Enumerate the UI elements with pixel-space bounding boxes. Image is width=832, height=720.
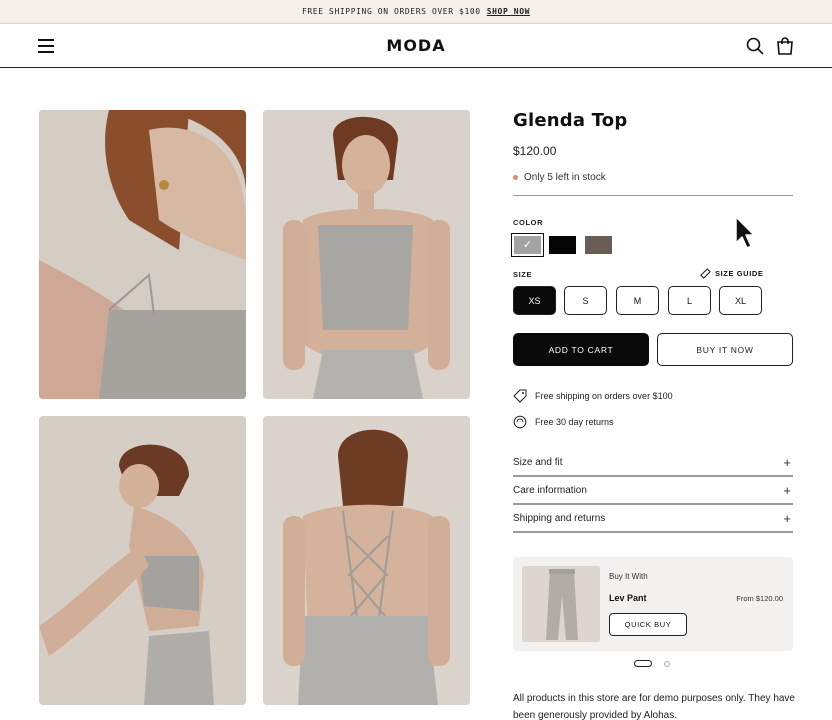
site-logo[interactable]: MODA xyxy=(0,36,832,55)
product-photo-4[interactable] xyxy=(263,416,470,705)
buy-now-button[interactable]: BUY IT NOW xyxy=(657,333,793,366)
product-photo-2[interactable] xyxy=(263,110,470,399)
perk-returns: Free 30 day returns xyxy=(513,415,614,429)
size-xl-button[interactable]: XL xyxy=(719,286,762,315)
buy-it-with-card: Buy It With Lev Pant From $120.00 QUICK … xyxy=(513,557,793,651)
size-guide-label: SIZE GUIDE xyxy=(715,269,764,278)
perk-shipping: Free shipping on orders over $100 xyxy=(513,389,673,403)
product-photo-3[interactable] xyxy=(39,416,246,705)
ruler-icon xyxy=(700,268,711,279)
size-l-button[interactable]: L xyxy=(668,286,711,315)
perk-returns-text: Free 30 day returns xyxy=(535,417,614,427)
accordion-care[interactable]: Care information + xyxy=(513,477,793,505)
perk-shipping-text: Free shipping on orders over $100 xyxy=(535,391,673,401)
bundle-kicker: Buy It With xyxy=(609,572,648,581)
mouse-cursor-icon xyxy=(735,216,755,249)
announcement-text: FREE SHIPPING ON ORDERS OVER $100 xyxy=(301,7,481,16)
product-price: $120.00 xyxy=(513,144,557,158)
site-header: MODA xyxy=(0,24,832,68)
size-label: SIZE xyxy=(513,270,533,279)
shipping-tag-icon xyxy=(513,389,527,403)
stock-text: Only 5 left in stock xyxy=(524,172,606,183)
demo-note: All products in this store are for demo … xyxy=(513,693,795,720)
add-to-cart-button[interactable]: ADD TO CART xyxy=(513,333,649,366)
accordion-shipping-returns[interactable]: Shipping and returns + xyxy=(513,505,793,533)
search-icon[interactable] xyxy=(745,36,765,56)
carousel-dot-active[interactable] xyxy=(634,660,652,667)
accordion-label: Care information xyxy=(513,484,587,496)
check-icon: ✓ xyxy=(522,239,533,251)
plus-icon: + xyxy=(783,510,791,526)
quick-buy-button[interactable]: QUICK BUY xyxy=(609,613,687,636)
size-xs-button[interactable]: XS xyxy=(513,286,556,315)
size-s-button[interactable]: S xyxy=(564,286,607,315)
product-photo-1[interactable] xyxy=(39,110,246,399)
plus-icon: + xyxy=(783,454,791,470)
bundle-product-image[interactable] xyxy=(522,566,600,642)
color-swatch-grey[interactable]: ✓ xyxy=(511,233,544,257)
size-m-button[interactable]: M xyxy=(616,286,659,315)
carousel-dot[interactable] xyxy=(664,660,670,667)
size-guide-link[interactable]: SIZE GUIDE xyxy=(700,268,764,279)
accordion-size-fit[interactable]: Size and fit + xyxy=(513,449,793,477)
color-label: COLOR xyxy=(513,218,544,227)
stock-status: Only 5 left in stock xyxy=(513,172,606,183)
bag-icon[interactable] xyxy=(775,36,795,56)
bundle-product-name[interactable]: Lev Pant xyxy=(609,593,647,603)
announcement-bar: FREE SHIPPING ON ORDERS OVER $100 SHOP N… xyxy=(0,0,832,24)
accordion-label: Size and fit xyxy=(513,456,563,468)
color-swatch-taupe[interactable] xyxy=(585,236,612,254)
shop-now-link[interactable]: SHOP NOW xyxy=(487,7,530,16)
product-title: Glenda Top xyxy=(513,110,628,131)
divider xyxy=(513,195,793,196)
bundle-product-price: From $120.00 xyxy=(736,594,783,603)
accordion-label: Shipping and returns xyxy=(513,512,606,524)
color-swatch-black[interactable] xyxy=(549,236,576,254)
carousel-dots xyxy=(634,660,670,667)
returns-icon xyxy=(513,415,527,429)
plus-icon: + xyxy=(783,482,791,498)
stock-dot-icon xyxy=(513,175,518,180)
